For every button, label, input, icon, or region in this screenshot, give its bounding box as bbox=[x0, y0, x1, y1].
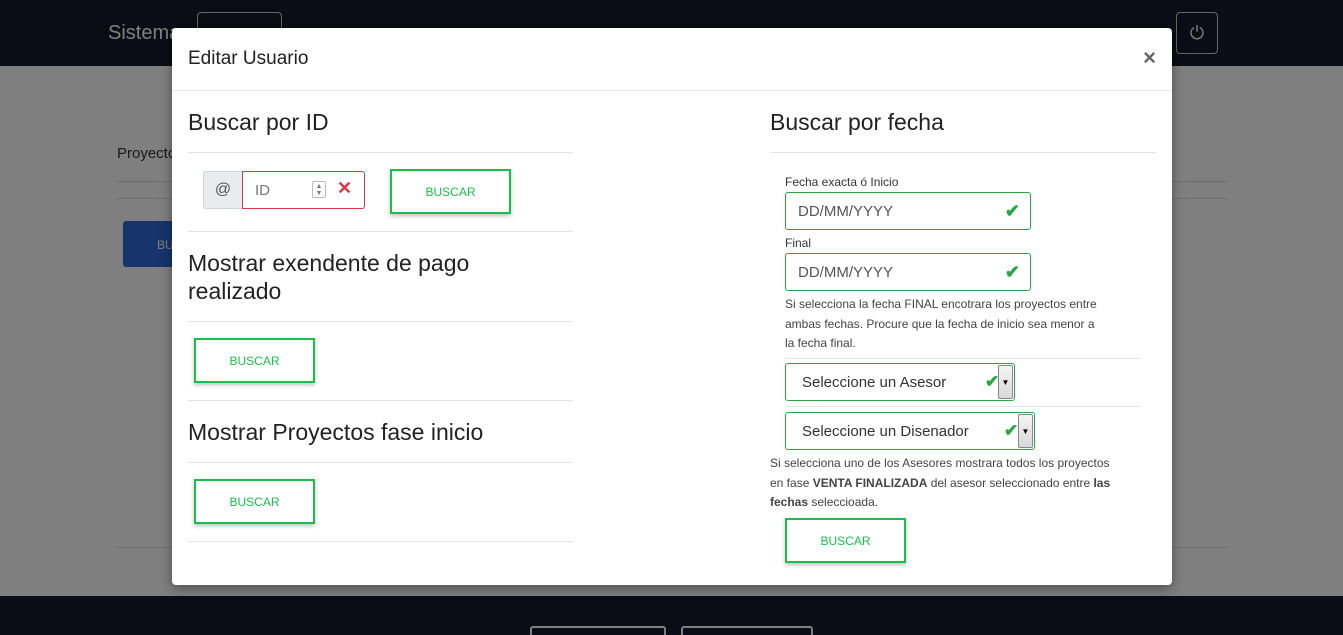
end-date-label: Final bbox=[785, 236, 812, 250]
disenador-select-value: Seleccione un Disenador bbox=[802, 422, 969, 440]
help-bold: VENTA FINALIZADA bbox=[812, 475, 928, 490]
asesor-select[interactable]: Seleccione un Asesor ✔ ▼ bbox=[785, 363, 1015, 401]
pago-title-line2: realizado bbox=[188, 278, 282, 304]
help-line: la fecha final. bbox=[785, 336, 856, 350]
search-by-id-button[interactable]: BUSCAR bbox=[390, 169, 511, 214]
id-search-title: Buscar por ID bbox=[188, 109, 329, 135]
invalid-x-icon: ✕ bbox=[337, 178, 353, 198]
date-search-title: Buscar por fecha bbox=[770, 109, 944, 135]
help-text: seleccioada. bbox=[808, 495, 879, 509]
number-spinner[interactable]: ▲ ▼ bbox=[312, 181, 326, 198]
divider bbox=[188, 152, 573, 153]
chevron-down-icon[interactable]: ▼ bbox=[1018, 414, 1033, 448]
date-search-button[interactable]: BUSCAR bbox=[785, 518, 906, 563]
start-date-placeholder: DD/MM/YYYY bbox=[798, 202, 894, 220]
help-bold: fechas bbox=[770, 495, 809, 509]
help-text: del asesor seleccionado entre bbox=[927, 475, 1094, 490]
pago-title-line1: Mostrar exendente de pago bbox=[188, 250, 470, 276]
help-bold: las bbox=[1093, 475, 1111, 490]
help-line: Si selecciona uno de los Asesores mostra… bbox=[770, 456, 1110, 470]
help-line: Si selecciona la fecha FINAL encotrara l… bbox=[785, 297, 1097, 311]
divider bbox=[188, 462, 573, 463]
divider bbox=[770, 152, 1156, 153]
divider bbox=[188, 321, 573, 322]
help-line: en fase VENTA FINALIZADA del asesor sele… bbox=[770, 474, 1110, 494]
valid-check-icon: ✔ bbox=[1004, 201, 1020, 221]
edit-user-modal: Editar Usuario × Buscar por ID @ ID ▲ ▼ … bbox=[172, 28, 1172, 585]
help-line: fechas seleccioada. bbox=[770, 493, 1110, 513]
divider bbox=[188, 231, 573, 232]
at-addon: @ bbox=[203, 171, 243, 209]
end-date-placeholder: DD/MM/YYYY bbox=[798, 263, 894, 281]
pago-search-button[interactable]: BUSCAR bbox=[194, 338, 315, 383]
start-date-label: Fecha exacta ó Inicio bbox=[785, 175, 899, 189]
id-placeholder: ID bbox=[255, 181, 270, 199]
divider bbox=[188, 400, 573, 401]
modal-header: Editar Usuario × bbox=[172, 28, 1172, 91]
asesor-help-text: Si selecciona uno de los Asesores mostra… bbox=[770, 454, 1110, 513]
spin-up-icon[interactable]: ▲ bbox=[316, 183, 323, 190]
disenador-select[interactable]: Seleccione un Disenador ✔ ▼ bbox=[785, 412, 1035, 450]
asesor-select-value: Seleccione un Asesor bbox=[802, 373, 947, 391]
close-button[interactable]: × bbox=[1143, 45, 1156, 71]
start-date-input[interactable]: DD/MM/YYYY ✔ bbox=[785, 192, 1031, 230]
chevron-down-icon[interactable]: ▼ bbox=[998, 365, 1013, 399]
divider bbox=[785, 406, 1141, 407]
modal-title: Editar Usuario bbox=[188, 48, 309, 69]
divider bbox=[785, 358, 1141, 359]
valid-check-icon: ✔ bbox=[1004, 262, 1020, 282]
divider bbox=[188, 541, 573, 542]
date-help-text: Si selecciona la fecha FINAL encotrara l… bbox=[785, 295, 1097, 354]
end-date-input[interactable]: DD/MM/YYYY ✔ bbox=[785, 253, 1031, 291]
spin-down-icon[interactable]: ▼ bbox=[316, 190, 323, 197]
valid-check-icon: ✔ bbox=[1004, 421, 1019, 440]
help-text: en fase bbox=[770, 475, 813, 490]
fase-inicio-title: Mostrar Proyectos fase inicio bbox=[188, 419, 484, 445]
help-line: ambas fechas. Procure que la fecha de in… bbox=[785, 316, 1095, 331]
fase-inicio-search-button[interactable]: BUSCAR bbox=[194, 479, 315, 524]
